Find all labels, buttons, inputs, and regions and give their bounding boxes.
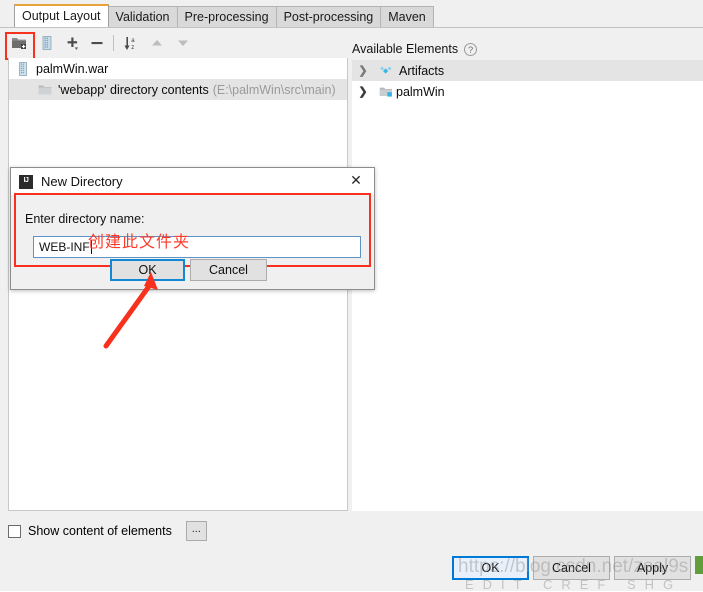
tab-label: Post-processing xyxy=(283,10,374,24)
add-icon xyxy=(65,35,81,51)
tab-post-processing[interactable]: Post-processing xyxy=(276,6,382,28)
artifacts-configuration-window: Output Layout Validation Pre-processing … xyxy=(0,0,703,592)
tree-item-label: palmWin.war xyxy=(36,61,109,76)
tree-row[interactable]: palmWin.war xyxy=(9,58,347,79)
available-elements-tree[interactable]: ❯ Artifacts ❯ palmWin xyxy=(352,60,703,511)
chevron-right-icon[interactable]: ❯ xyxy=(356,81,370,102)
annotation-arrow xyxy=(103,272,158,349)
directory-name-value: WEB-INF xyxy=(39,240,90,254)
tab-strip-divider xyxy=(0,27,703,28)
move-up-icon xyxy=(149,35,165,51)
folder-icon xyxy=(37,82,53,98)
dialog-cancel-button[interactable]: Cancel xyxy=(190,259,267,281)
show-content-row: Show content of elements ... xyxy=(8,521,207,541)
tree-item-label: palmWin xyxy=(396,84,445,99)
help-icon[interactable]: ? xyxy=(464,42,478,56)
svg-text:z: z xyxy=(131,45,134,51)
chevron-right-icon[interactable]: ❯ xyxy=(356,60,370,81)
cancel-button[interactable]: Cancel xyxy=(533,556,610,580)
annotation-note: 创建此文件夹 xyxy=(88,232,191,251)
edge-artifact xyxy=(695,556,703,574)
remove-button[interactable] xyxy=(86,33,108,53)
move-down-button[interactable] xyxy=(172,33,194,53)
directory-name-label: Enter directory name: xyxy=(25,212,145,226)
tab-maven[interactable]: Maven xyxy=(381,6,434,28)
svg-text:a: a xyxy=(131,38,135,44)
close-icon[interactable]: ✕ xyxy=(347,172,365,190)
tab-validation[interactable]: Validation xyxy=(108,6,178,28)
tab-pre-processing[interactable]: Pre-processing xyxy=(177,6,277,28)
tab-label: Validation xyxy=(115,10,170,24)
directory-name-input[interactable]: WEB-INF xyxy=(33,236,361,258)
artifacts-icon xyxy=(378,63,394,79)
tree-row[interactable]: 'webapp' directory contents (E:\palmWin\… xyxy=(9,79,347,100)
tree-row[interactable]: ❯ palmWin xyxy=(352,81,703,102)
toolbar-separator xyxy=(113,35,114,51)
tab-label: Output Layout xyxy=(22,9,101,23)
dialog-title-bar[interactable]: New Directory ✕ xyxy=(11,168,374,195)
create-archive-icon xyxy=(39,35,55,51)
remove-icon xyxy=(89,35,105,51)
tree-item-label: Artifacts xyxy=(399,63,445,78)
archive-icon xyxy=(15,61,31,77)
dialog-title: New Directory xyxy=(41,174,123,189)
dialog-button-bar: OK Cancel Apply xyxy=(0,545,703,591)
sort-button[interactable]: a z xyxy=(120,33,142,53)
more-options-button[interactable]: ... xyxy=(185,521,207,541)
tab-label: Maven xyxy=(388,10,426,24)
create-archive-button[interactable] xyxy=(36,33,58,53)
ok-button[interactable]: OK xyxy=(452,556,529,580)
move-down-icon xyxy=(175,35,191,51)
sort-icon: a z xyxy=(123,35,139,51)
available-elements-title: Available Elements xyxy=(352,42,459,56)
tab-output-layout[interactable]: Output Layout xyxy=(14,4,109,28)
tree-item-detail: (E:\palmWin\src\main) xyxy=(212,82,336,97)
module-icon xyxy=(378,84,394,100)
tab-strip: Output Layout Validation Pre-processing … xyxy=(0,0,703,28)
show-content-checkbox[interactable] xyxy=(8,524,21,538)
create-directory-button[interactable] xyxy=(8,33,30,53)
create-directory-icon xyxy=(11,35,27,51)
tree-item-label: 'webapp' directory contents xyxy=(58,82,209,97)
tab-label: Pre-processing xyxy=(184,10,269,24)
move-up-button[interactable] xyxy=(146,33,168,53)
intellij-icon xyxy=(19,174,33,189)
tree-row[interactable]: ❯ Artifacts xyxy=(352,60,703,81)
add-button[interactable] xyxy=(62,33,84,53)
apply-button[interactable]: Apply xyxy=(614,556,691,580)
show-content-label: Show content of elements xyxy=(28,524,172,538)
available-elements-header: Available Elements ? xyxy=(352,40,478,58)
